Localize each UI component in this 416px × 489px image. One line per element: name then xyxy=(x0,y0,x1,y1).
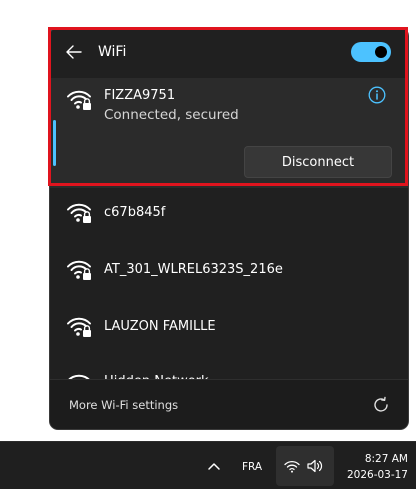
taskbar: FRA 8:27 AM 2026-03-17 xyxy=(0,441,416,489)
selection-indicator xyxy=(53,120,56,166)
network-name: AT_301_WLREL6323S_216e xyxy=(104,262,283,277)
wifi-secured-icon xyxy=(67,317,91,337)
clock-date[interactable]: 2026-03-17 xyxy=(336,469,408,482)
chevron-up-icon xyxy=(208,463,220,470)
input-language[interactable]: FRA xyxy=(242,461,262,473)
refresh-button[interactable] xyxy=(372,396,390,414)
disconnect-button[interactable]: Disconnect xyxy=(244,146,392,178)
wifi-toggle[interactable] xyxy=(351,42,391,62)
more-wifi-settings-link[interactable]: More Wi-Fi settings xyxy=(69,398,178,412)
wifi-flyout: WiFi FIZZA9751 Connected, secured Discon… xyxy=(50,28,408,429)
toggle-knob xyxy=(375,46,387,58)
network-status: Connected, secured xyxy=(104,107,239,123)
network-item[interactable]: AT_301_WLREL6323S_216e xyxy=(50,242,408,298)
info-icon xyxy=(368,86,386,104)
back-arrow-icon xyxy=(66,45,82,59)
connected-network-item[interactable]: FIZZA9751 Connected, secured Disconnect xyxy=(50,78,408,188)
wifi-secured-icon xyxy=(67,90,91,110)
network-item[interactable]: LAUZON FAMILLE xyxy=(50,299,408,355)
page-title: WiFi xyxy=(98,44,127,60)
back-button[interactable] xyxy=(64,42,84,62)
clock-time[interactable]: 8:27 AM xyxy=(340,453,408,466)
wifi-icon xyxy=(284,460,300,473)
network-name: FIZZA9751 xyxy=(104,88,176,103)
network-properties-button[interactable] xyxy=(368,86,386,104)
wifi-secured-icon xyxy=(67,260,91,280)
show-hidden-icons-button[interactable] xyxy=(206,459,222,473)
refresh-icon xyxy=(374,396,388,412)
network-name: c67b845f xyxy=(104,205,166,220)
wifi-secured-icon xyxy=(67,203,91,223)
quick-settings-button[interactable] xyxy=(276,446,334,486)
flyout-header: WiFi xyxy=(50,28,408,78)
network-item[interactable]: c67b845f xyxy=(50,185,408,241)
volume-icon xyxy=(307,459,323,473)
flyout-footer: More Wi-Fi settings xyxy=(50,379,408,429)
network-name: LAUZON FAMILLE xyxy=(104,319,216,334)
